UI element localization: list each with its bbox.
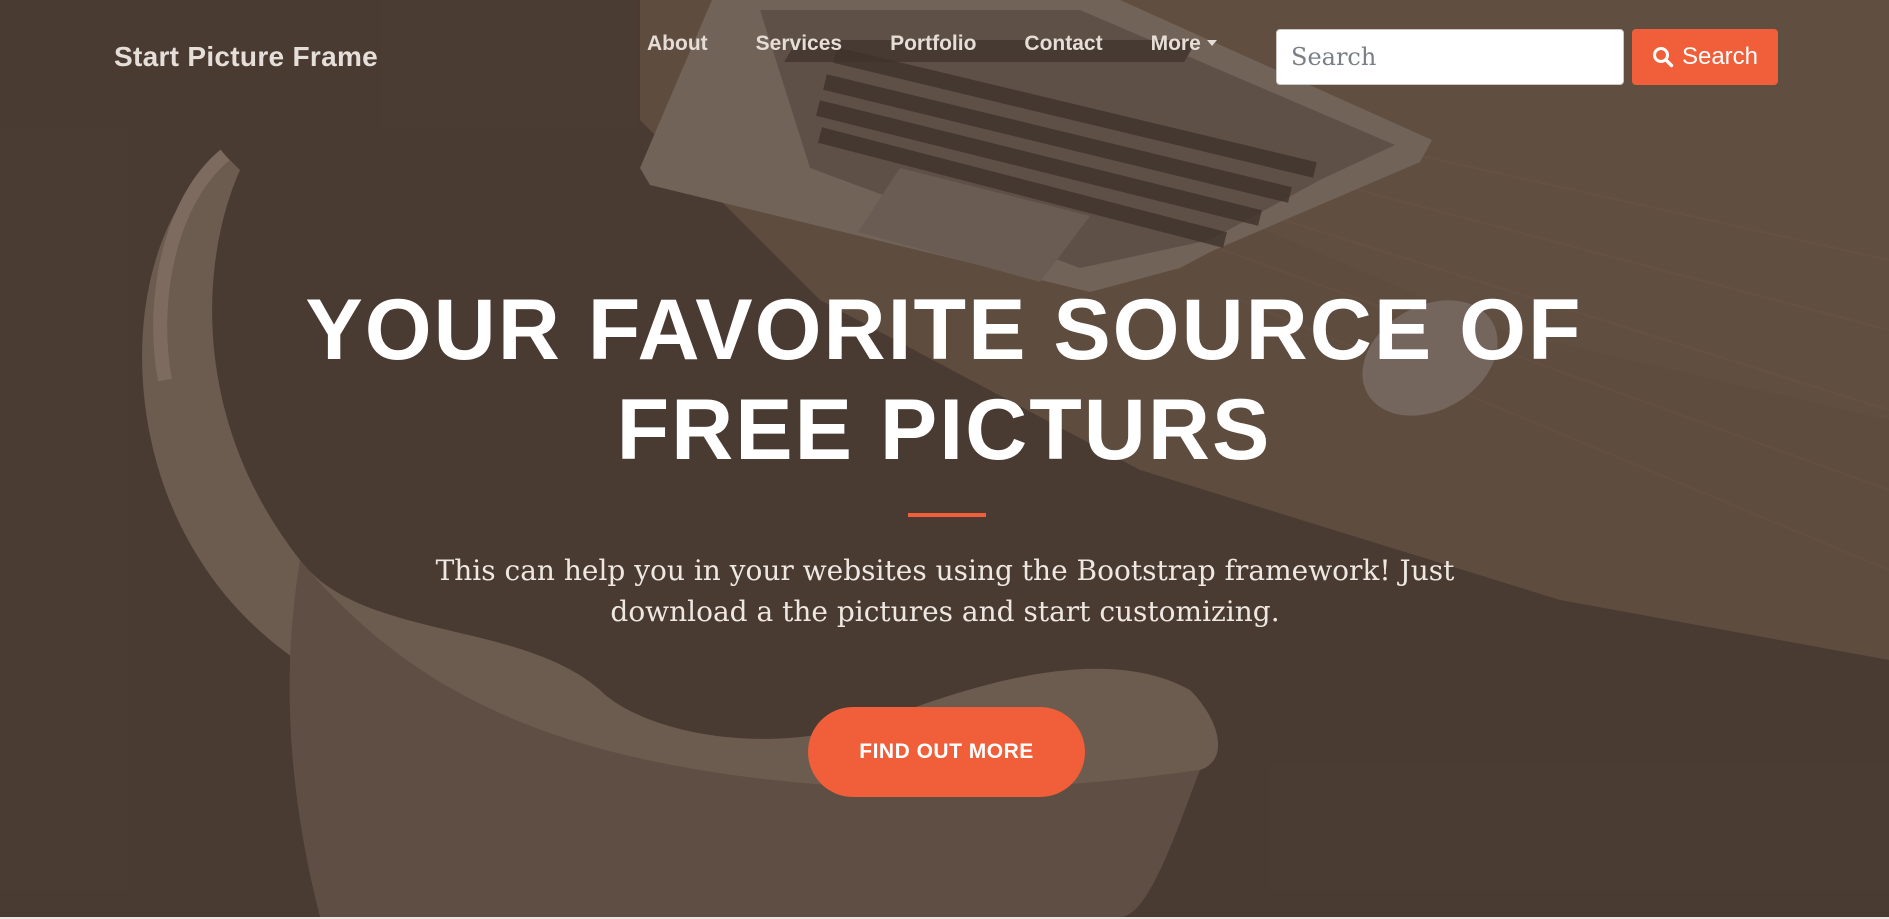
search-button-label: Search: [1681, 43, 1759, 70]
caret-down-icon: [1206, 40, 1217, 46]
find-out-more-button[interactable]: FIND OUT MORE: [808, 707, 1085, 797]
main-nav: About Services Portfolio Contact More: [647, 28, 1217, 60]
hero-section: Start Picture Frame About Services Portf…: [0, 0, 1889, 917]
hero-headline: YOUR FAVORITE SOURCE OF FREE PICTURS: [305, 282, 1583, 478]
hero-divider: [908, 513, 986, 517]
nav-item-about[interactable]: About: [647, 28, 708, 60]
search-icon: [1652, 47, 1674, 68]
hero-subtext: This can help you in your websites using…: [435, 554, 1455, 628]
nav-item-more-label: More: [1150, 32, 1201, 55]
search-input[interactable]: [1276, 29, 1624, 85]
nav-item-more-dropdown[interactable]: More: [1151, 28, 1217, 60]
search-button[interactable]: Search: [1632, 29, 1778, 85]
nav-item-services[interactable]: Services: [756, 28, 842, 60]
nav-item-contact[interactable]: Contact: [1024, 28, 1102, 60]
nav-item-portfolio[interactable]: Portfolio: [890, 28, 976, 60]
brand-link[interactable]: Start Picture Frame: [114, 38, 378, 76]
